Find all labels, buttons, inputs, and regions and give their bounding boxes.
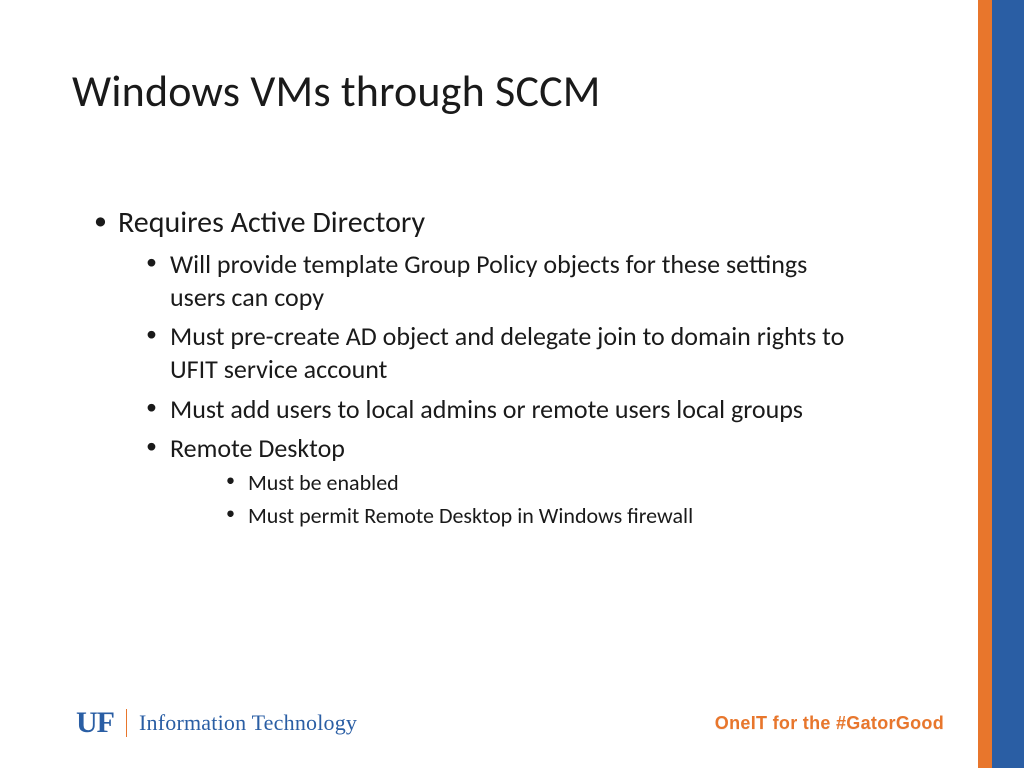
bullet-text: Must permit Remote Desktop in Windows fi… [248,502,693,529]
uf-logo: UF Information Technology [76,708,357,738]
bullet-text: Will provide template Group Policy objec… [170,248,807,313]
bullet-level1: Requires Active Directory Will provide t… [90,204,850,530]
slide-footer: UF Information Technology OneIT for the … [76,708,944,738]
accent-stripe-orange [978,0,992,768]
uf-logo-mark: UF [76,708,114,738]
bullet-text: Must be enabled [248,469,399,496]
bullet-level2: Must pre-create AD object and delegate j… [142,320,850,387]
bullet-level2: Must add users to local admins or remote… [142,393,850,426]
bullet-text: Must add users to local admins or remote… [170,393,803,425]
bullet-level2: Remote Desktop Must be enabled Must perm… [142,432,850,530]
logo-divider [126,709,127,737]
bullet-text: Remote Desktop [170,432,345,464]
accent-stripe-blue [992,0,1024,768]
slide-body: Requires Active Directory Will provide t… [90,204,850,536]
bullet-text: Requires Active Directory [118,204,425,241]
bullet-text: Must pre-create AD object and delegate j… [170,320,844,385]
bullet-level2: Will provide template Group Policy objec… [142,248,850,315]
footer-tagline: OneIT for the #GatorGood [715,713,944,734]
bullet-level3: Must be enabled [222,469,850,498]
uf-logo-text: Information Technology [139,710,357,736]
slide: Windows VMs through SCCM Requires Active… [0,0,1024,768]
slide-title: Windows VMs through SCCM [72,64,601,118]
bullet-level3: Must permit Remote Desktop in Windows fi… [222,502,850,531]
